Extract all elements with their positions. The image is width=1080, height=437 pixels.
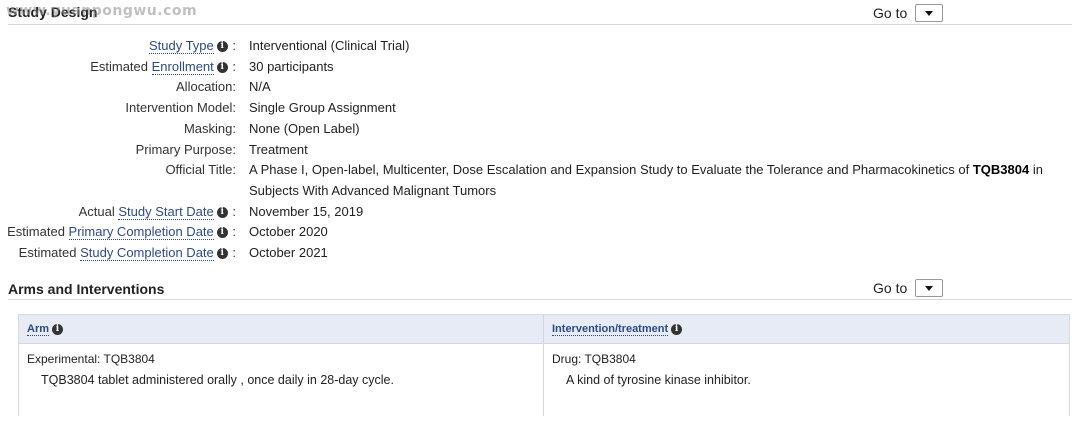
value: Interventional (Clinical Trial) [249,38,410,53]
watermark: www.yuanpongwu.com [6,3,198,19]
info-icon[interactable]: i [52,323,64,335]
goto-dropdown-button[interactable] [915,4,944,22]
table-header: Arm i Intervention/treatment i [19,315,1069,344]
value: 30 participants [249,58,334,74]
goto-dropdown-button[interactable] [915,279,944,297]
row-masking: Masking: None (Open Label) [0,119,1049,140]
goto-arms[interactable]: Go to [873,279,944,297]
term-link[interactable]: Study Start Date [118,203,214,220]
column-header-intervention: Intervention/treatment i [544,315,1069,343]
table-row: Experimental: TQB3804 TQB3804 tablet adm… [19,344,1069,416]
row-study-start-date: Actual Study Start Date i : November 15, … [0,202,1049,223]
info-icon[interactable]: i [216,227,228,239]
term-link[interactable]: Intervention/treatment [552,323,669,336]
row-study-type: Study Type i : Interventional (Clinical T… [0,36,1049,57]
row-primary-completion-date: Estimated Primary Completion Date i : Oct… [0,222,1049,243]
info-icon[interactable]: i [671,323,683,335]
value: A Phase I, Open-label, Multicenter, Dose… [249,162,1043,198]
arm-title: Experimental: TQB3804 [27,352,155,366]
value: None (Open Label) [249,120,360,136]
term-link[interactable]: Primary Completion Date [68,224,214,241]
term-link[interactable]: Study Type [148,38,214,54]
arm-cell: Experimental: TQB3804 TQB3804 tablet adm… [19,344,544,416]
term-link[interactable]: Arm [27,323,50,336]
value: October 2020 [249,224,328,240]
intervention-cell: Drug: TQB3804 A kind of tyrosine kinase … [544,344,1069,416]
arms-table: Arm i Intervention/treatment i Experimenta… [18,314,1070,416]
info-icon[interactable]: i [216,61,228,73]
info-icon[interactable]: i [216,206,228,218]
value: N/A [249,79,271,95]
value: Treatment [249,141,308,157]
row-primary-purpose: Primary Purpose: Treatment [0,140,1049,161]
value: October 2021 [249,245,328,261]
term-link[interactable]: Enrollment [151,58,214,75]
row-intervention-model: Intervention Model: Single Group Assignm… [0,98,1049,119]
column-header-arm: Arm i [19,315,544,343]
row-study-completion-date: Estimated Study Completion Date i : Octob… [0,243,1049,264]
info-icon[interactable]: i [216,41,228,53]
goto-label: Go to [873,5,908,21]
info-icon[interactable]: i [216,248,228,260]
value: Single Group Assignment [249,100,396,116]
chevron-down-icon [925,10,934,16]
row-enrollment: Estimated Enrollment i : 30 participants [0,57,1049,78]
study-design-details: Study Type i : Interventional (Clinical T… [0,36,1049,264]
chevron-down-icon [925,285,934,291]
row-allocation: Allocation: N/A [0,77,1049,98]
intervention-title: Drug: TQB3804 [552,352,636,366]
goto-label: Go to [873,280,908,296]
arms-interventions-header: Arms and Interventions Go to [8,277,1072,300]
intervention-description: A kind of tyrosine kinase inhibitor. [566,373,751,387]
section-title-arms: Arms and Interventions [8,281,165,297]
value: November 15, 2019 [249,203,364,219]
term-link[interactable]: Study Completion Date [80,245,214,262]
row-official-title: Official Title: A Phase I, Open-label, M… [0,160,1049,201]
goto-study-design[interactable]: Go to [873,4,944,22]
arm-description: TQB3804 tablet administered orally , onc… [41,373,394,387]
